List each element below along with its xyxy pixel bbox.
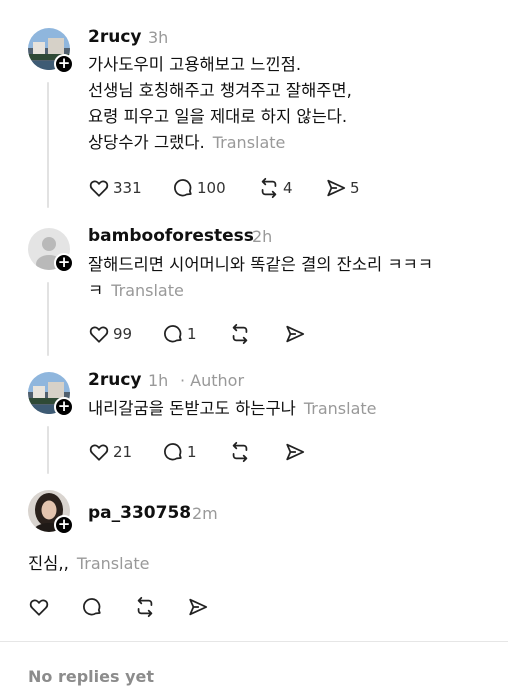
username[interactable]: 2rucy <box>88 370 141 390</box>
comment-icon <box>164 443 182 461</box>
share-button[interactable] <box>284 441 306 463</box>
reply-count: 1 <box>187 325 197 343</box>
username[interactable]: bambooforestess <box>88 226 254 246</box>
translate-link[interactable]: Translate <box>77 554 150 573</box>
translate-link[interactable]: Translate <box>304 399 377 418</box>
post-text: 진심,, Translate <box>28 551 150 577</box>
repost-icon <box>232 323 248 345</box>
thread-line <box>47 426 49 474</box>
repost-button[interactable]: 4 <box>258 177 293 199</box>
post-text-line: 내리갈굼을 돈받고도 하는구나 Translate <box>88 396 377 422</box>
repost-icon <box>232 441 248 463</box>
share-count: 5 <box>350 179 360 197</box>
like-count: 331 <box>113 179 142 197</box>
heart-icon <box>89 180 109 197</box>
heart-icon <box>29 599 49 616</box>
reply-button[interactable]: 100 <box>172 177 226 199</box>
timestamp: 2h <box>252 227 273 246</box>
post-text: 잘해드리면 시어머니와 똑같은 결의 잔소리 ㅋㅋㅋ ㅋ Translate <box>88 252 433 304</box>
post-text-line-content: 내리갈굼을 돈받고도 하는구나 <box>88 399 296 418</box>
repost-count: 4 <box>283 179 293 197</box>
follow-plus-icon[interactable]: + <box>54 54 74 74</box>
username[interactable]: 2rucy <box>88 27 141 47</box>
heart-icon <box>89 326 109 343</box>
reply-count: 1 <box>187 443 197 461</box>
author-tag: · Author <box>180 371 245 390</box>
share-button[interactable] <box>284 323 306 345</box>
follow-plus-icon[interactable]: + <box>54 397 74 417</box>
username[interactable]: pa_330758 <box>88 503 191 523</box>
repost-icon <box>137 596 153 618</box>
share-icon <box>286 325 305 343</box>
timestamp: 2m <box>192 504 218 523</box>
post-text-line: 선생님 호칭해주고 챙겨주고 잘해주면, <box>88 81 352 100</box>
translate-link[interactable]: Translate <box>213 133 286 152</box>
post-text-line-content: 상당수가 그랬다. <box>88 133 205 152</box>
share-icon <box>286 443 305 461</box>
thread-line <box>47 82 49 208</box>
follow-plus-icon[interactable]: + <box>54 515 74 535</box>
follow-plus-icon[interactable]: + <box>54 253 74 273</box>
heart-icon <box>89 444 109 461</box>
share-icon <box>189 598 208 616</box>
like-count: 99 <box>113 325 133 343</box>
timestamp: 1h <box>148 371 169 390</box>
comment-icon <box>174 179 192 197</box>
share-button[interactable] <box>187 596 209 618</box>
post-text: 내리갈굼을 돈받고도 하는구나 Translate <box>88 396 377 422</box>
reply-button[interactable]: 1 <box>162 441 197 463</box>
like-count: 21 <box>113 443 133 461</box>
translate-link[interactable]: Translate <box>111 281 184 300</box>
like-button[interactable]: 21 <box>88 441 132 463</box>
like-button[interactable]: 99 <box>88 323 132 345</box>
post-text-line: 잘해드리면 시어머니와 똑같은 결의 잔소리 ㅋㅋㅋ <box>88 255 434 274</box>
post-text-line: 요령 피우고 일을 제대로 하지 않는다. <box>88 107 348 126</box>
post-text-line: ㅋ Translate <box>88 278 433 304</box>
repost-button[interactable] <box>229 323 251 345</box>
post-text-line: 진심,, Translate <box>28 551 150 577</box>
repost-button[interactable] <box>229 441 251 463</box>
like-button[interactable] <box>28 596 50 618</box>
repost-icon <box>261 177 277 199</box>
thread-line <box>47 282 49 356</box>
no-replies-text: No replies yet <box>28 667 154 686</box>
share-button[interactable]: 5 <box>325 177 360 199</box>
like-button[interactable]: 331 <box>88 177 142 199</box>
post-text: 가사도우미 고용해보고 느낀점. 선생님 호칭해주고 챙겨주고 잘해주면, 요령… <box>88 52 352 156</box>
divider <box>0 641 508 642</box>
post-text-line-content: ㅋ <box>88 281 104 300</box>
comment-icon <box>83 598 101 616</box>
timestamp: 3h <box>148 28 169 47</box>
share-icon <box>327 179 346 197</box>
repost-button[interactable] <box>134 596 156 618</box>
post-text-line-content: 진심,, <box>28 554 69 573</box>
post-text-line: 가사도우미 고용해보고 느낀점. <box>88 55 302 74</box>
reply-button[interactable] <box>81 596 103 618</box>
reply-button[interactable]: 1 <box>162 323 197 345</box>
comment-icon <box>164 325 182 343</box>
post-text-line: 상당수가 그랬다. Translate <box>88 130 352 156</box>
reply-count: 100 <box>197 179 226 197</box>
